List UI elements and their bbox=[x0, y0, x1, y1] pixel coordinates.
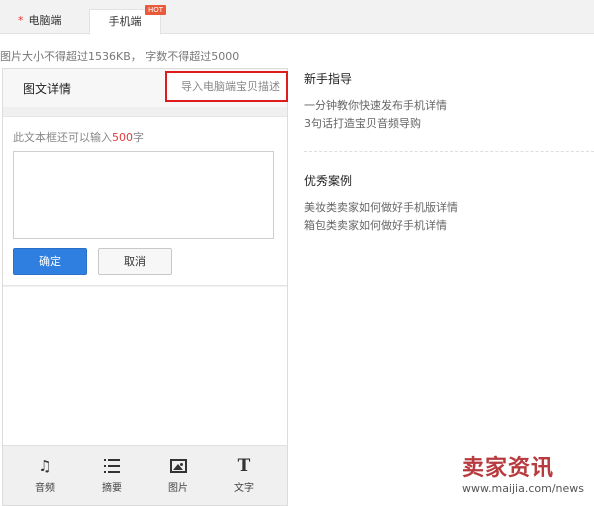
tab-bar: * 电脑端 手机端 HOT bbox=[0, 0, 594, 35]
mobile-detail-editor: 图文详情 导入电脑端宝贝描述 此文本框还可以输入500字 确定 取消 ♫ 音频 … bbox=[2, 68, 288, 506]
watermark-url: www.maijia.com/news bbox=[462, 482, 585, 495]
hot-badge: HOT bbox=[145, 5, 167, 15]
beginner-guide-title: 新手指导 bbox=[304, 72, 353, 86]
list-icon bbox=[87, 456, 137, 476]
guide-link-publish-mobile-detail[interactable]: 一分钟教你快速发布手机详情 bbox=[304, 97, 447, 113]
insert-image-button[interactable]: 图片 bbox=[153, 456, 203, 494]
required-mark: * bbox=[18, 14, 24, 27]
confirm-button[interactable]: 确定 bbox=[13, 248, 87, 275]
watermark-logo: 卖家资讯 bbox=[462, 456, 555, 481]
section-divider bbox=[304, 151, 594, 152]
insert-image-label: 图片 bbox=[168, 483, 188, 494]
char-hint-prefix: 此文本框还可以输入 bbox=[13, 131, 112, 144]
insert-summary-label: 摘要 bbox=[102, 483, 122, 494]
text-icon: T bbox=[237, 456, 251, 476]
insert-summary-button[interactable]: 摘要 bbox=[87, 456, 137, 494]
tab-pc-label: 电脑端 bbox=[28, 14, 62, 27]
watermark: 卖家资讯 www.maijia.com/news bbox=[462, 456, 594, 496]
insert-toolbar: ♫ 音频 摘要 图片 T 文字 bbox=[3, 445, 287, 505]
music-note-icon: ♫ bbox=[38, 457, 52, 475]
editor-canvas[interactable] bbox=[3, 287, 287, 445]
text-input-area[interactable] bbox=[13, 151, 274, 239]
tab-pc[interactable]: * 电脑端 bbox=[18, 10, 82, 34]
tab-mobile-label: 手机端 bbox=[108, 15, 142, 28]
insert-audio-label: 音频 bbox=[35, 483, 55, 494]
cancel-button[interactable]: 取消 bbox=[98, 248, 172, 275]
case-link-bags[interactable]: 箱包类卖家如何做好手机详情 bbox=[304, 217, 447, 233]
excellent-cases-title: 优秀案例 bbox=[304, 174, 353, 188]
case-link-beauty[interactable]: 美妆类卖家如何做好手机版详情 bbox=[304, 199, 458, 215]
image-icon bbox=[153, 456, 203, 476]
char-count-hint: 此文本框还可以输入500字 bbox=[13, 129, 144, 145]
guide-link-audio-guide[interactable]: 3句话打造宝贝音频导购 bbox=[304, 115, 421, 131]
insert-text-label: 文字 bbox=[234, 483, 254, 494]
size-limit-hint: 图片大小不得超过1536KB， 字数不得超过5000 bbox=[0, 50, 240, 63]
char-hint-suffix: 字 bbox=[133, 131, 144, 144]
editor-header: 图文详情 导入电脑端宝贝描述 bbox=[3, 69, 288, 107]
insert-audio-button[interactable]: ♫ 音频 bbox=[20, 456, 70, 494]
insert-text-button[interactable]: T 文字 bbox=[219, 456, 269, 494]
text-module: 此文本框还可以输入500字 确定 取消 bbox=[3, 116, 287, 286]
import-pc-description-button[interactable]: 导入电脑端宝贝描述 bbox=[165, 71, 288, 102]
char-remaining-count: 500 bbox=[112, 131, 133, 144]
editor-title: 图文详情 bbox=[23, 82, 72, 96]
